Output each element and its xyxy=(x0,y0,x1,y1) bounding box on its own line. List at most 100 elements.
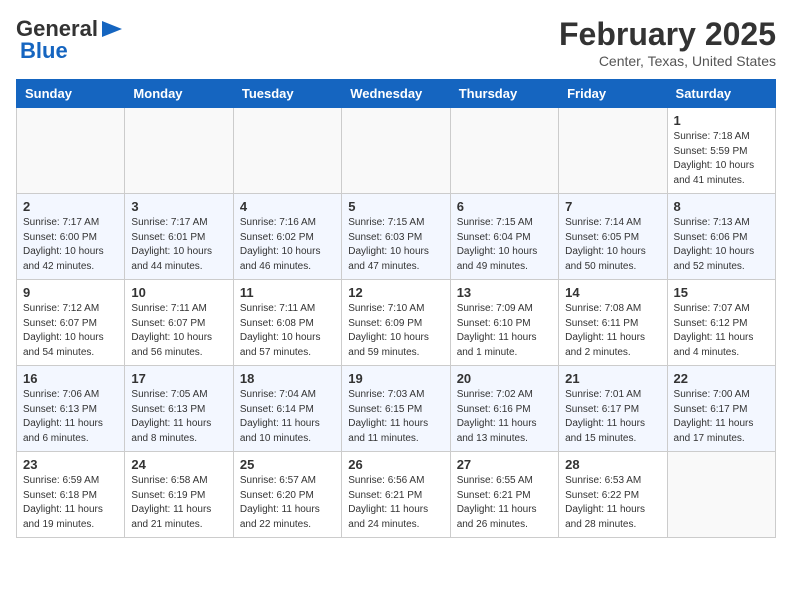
day-info: Sunrise: 7:11 AMSunset: 6:07 PMDaylight:… xyxy=(131,302,226,360)
header-wednesday: Wednesday xyxy=(342,80,450,108)
calendar-cell: 8 Sunrise: 7:13 AMSunset: 6:06 PMDaylight… xyxy=(667,194,775,280)
day-info: Sunrise: 7:06 AMSunset: 6:13 PMDaylight:… xyxy=(23,388,118,446)
day-number: 15 xyxy=(674,285,769,300)
day-info: Sunrise: 7:16 AMSunset: 6:02 PMDaylight:… xyxy=(240,216,335,274)
day-number: 4 xyxy=(240,199,335,214)
day-info: Sunrise: 7:10 AMSunset: 6:09 PMDaylight:… xyxy=(348,302,443,360)
day-number: 27 xyxy=(457,457,552,472)
day-number: 19 xyxy=(348,371,443,386)
calendar-cell xyxy=(450,108,558,194)
day-number: 13 xyxy=(457,285,552,300)
header-sunday: Sunday xyxy=(17,80,125,108)
day-number: 20 xyxy=(457,371,552,386)
day-number: 28 xyxy=(565,457,660,472)
calendar-cell: 25Sunrise: 6:57 AMSunset: 6:20 PMDayligh… xyxy=(233,452,341,538)
calendar-cell xyxy=(559,108,667,194)
header-tuesday: Tuesday xyxy=(233,80,341,108)
calendar-week-5: 23 Sunrise: 6:59 AMSunset: 6:18 PMDayligh… xyxy=(17,452,776,538)
logo-icon xyxy=(102,21,122,37)
header-friday: Friday xyxy=(559,80,667,108)
day-info: Sunrise: 6:58 AMSunset: 6:19 PMDaylight:… xyxy=(131,474,226,532)
day-info: Sunrise: 6:55 AMSunset: 6:21 PMDaylight:… xyxy=(457,474,552,532)
calendar-week-4: 16 Sunrise: 7:06 AMSunset: 6:13 PMDayligh… xyxy=(17,366,776,452)
header-thursday: Thursday xyxy=(450,80,558,108)
day-info: Sunrise: 7:17 AMSunset: 6:00 PMDaylight:… xyxy=(23,216,118,274)
calendar-cell: 21Sunrise: 7:01 AMSunset: 6:17 PMDayligh… xyxy=(559,366,667,452)
day-number: 26 xyxy=(348,457,443,472)
calendar-cell: 26 Sunrise: 6:56 AMSunset: 6:21 PMDayligh… xyxy=(342,452,450,538)
day-number: 14 xyxy=(565,285,660,300)
calendar-cell: 17 Sunrise: 7:05 AMSunset: 6:13 PMDayligh… xyxy=(125,366,233,452)
day-info: Sunrise: 7:04 AMSunset: 6:14 PMDaylight:… xyxy=(240,388,335,446)
day-number: 3 xyxy=(131,199,226,214)
day-info: Sunrise: 7:11 AMSunset: 6:08 PMDaylight:… xyxy=(240,302,335,360)
day-number: 24 xyxy=(131,457,226,472)
day-number: 8 xyxy=(674,199,769,214)
calendar-cell xyxy=(233,108,341,194)
calendar-cell: 20 Sunrise: 7:02 AMSunset: 6:16 PMDayligh… xyxy=(450,366,558,452)
day-number: 6 xyxy=(457,199,552,214)
day-number: 7 xyxy=(565,199,660,214)
day-number: 21 xyxy=(565,371,660,386)
day-info: Sunrise: 7:09 AMSunset: 6:10 PMDaylight:… xyxy=(457,302,552,360)
calendar-cell xyxy=(342,108,450,194)
calendar-cell: 13 Sunrise: 7:09 AMSunset: 6:10 PMDayligh… xyxy=(450,280,558,366)
day-info: Sunrise: 7:18 AMSunset: 5:59 PMDaylight:… xyxy=(674,130,769,188)
day-number: 5 xyxy=(348,199,443,214)
day-number: 11 xyxy=(240,285,335,300)
day-number: 23 xyxy=(23,457,118,472)
calendar-cell: 10 Sunrise: 7:11 AMSunset: 6:07 PMDayligh… xyxy=(125,280,233,366)
day-number: 16 xyxy=(23,371,118,386)
calendar-cell: 2 Sunrise: 7:17 AMSunset: 6:00 PMDaylight… xyxy=(17,194,125,280)
calendar-cell: 5Sunrise: 7:15 AMSunset: 6:03 PMDaylight… xyxy=(342,194,450,280)
calendar-cell: 16 Sunrise: 7:06 AMSunset: 6:13 PMDayligh… xyxy=(17,366,125,452)
day-info: Sunrise: 7:00 AMSunset: 6:17 PMDaylight:… xyxy=(674,388,769,446)
calendar-cell: 11 Sunrise: 7:11 AMSunset: 6:08 PMDayligh… xyxy=(233,280,341,366)
header-saturday: Saturday xyxy=(667,80,775,108)
calendar-header-row: SundayMondayTuesdayWednesdayThursdayFrid… xyxy=(17,80,776,108)
calendar-cell xyxy=(17,108,125,194)
calendar-cell: 12 Sunrise: 7:10 AMSunset: 6:09 PMDayligh… xyxy=(342,280,450,366)
logo: General Blue xyxy=(16,16,122,64)
calendar-cell: 19 Sunrise: 7:03 AMSunset: 6:15 PMDayligh… xyxy=(342,366,450,452)
day-number: 1 xyxy=(674,113,769,128)
calendar-cell xyxy=(667,452,775,538)
calendar-week-3: 9 Sunrise: 7:12 AMSunset: 6:07 PMDaylight… xyxy=(17,280,776,366)
calendar-week-1: 1 Sunrise: 7:18 AMSunset: 5:59 PMDaylight… xyxy=(17,108,776,194)
calendar-week-2: 2 Sunrise: 7:17 AMSunset: 6:00 PMDaylight… xyxy=(17,194,776,280)
day-info: Sunrise: 6:56 AMSunset: 6:21 PMDaylight:… xyxy=(348,474,443,532)
calendar-cell: 14 Sunrise: 7:08 AMSunset: 6:11 PMDayligh… xyxy=(559,280,667,366)
calendar-cell: 6Sunrise: 7:15 AMSunset: 6:04 PMDaylight… xyxy=(450,194,558,280)
calendar-cell: 24 Sunrise: 6:58 AMSunset: 6:19 PMDayligh… xyxy=(125,452,233,538)
calendar-cell: 18 Sunrise: 7:04 AMSunset: 6:14 PMDayligh… xyxy=(233,366,341,452)
calendar-cell: 28Sunrise: 6:53 AMSunset: 6:22 PMDayligh… xyxy=(559,452,667,538)
day-info: Sunrise: 7:02 AMSunset: 6:16 PMDaylight:… xyxy=(457,388,552,446)
day-number: 10 xyxy=(131,285,226,300)
day-info: Sunrise: 7:12 AMSunset: 6:07 PMDaylight:… xyxy=(23,302,118,360)
header-monday: Monday xyxy=(125,80,233,108)
day-info: Sunrise: 6:57 AMSunset: 6:20 PMDaylight:… xyxy=(240,474,335,532)
day-number: 2 xyxy=(23,199,118,214)
month-year-title: February 2025 xyxy=(559,16,776,53)
calendar-cell: 15 Sunrise: 7:07 AMSunset: 6:12 PMDayligh… xyxy=(667,280,775,366)
day-number: 17 xyxy=(131,371,226,386)
title-block: February 2025 Center, Texas, United Stat… xyxy=(559,16,776,69)
calendar-table: SundayMondayTuesdayWednesdayThursdayFrid… xyxy=(16,79,776,538)
location-subtitle: Center, Texas, United States xyxy=(559,53,776,69)
day-info: Sunrise: 7:03 AMSunset: 6:15 PMDaylight:… xyxy=(348,388,443,446)
day-info: Sunrise: 7:05 AMSunset: 6:13 PMDaylight:… xyxy=(131,388,226,446)
calendar-cell: 27 Sunrise: 6:55 AMSunset: 6:21 PMDayligh… xyxy=(450,452,558,538)
day-number: 12 xyxy=(348,285,443,300)
day-info: Sunrise: 7:08 AMSunset: 6:11 PMDaylight:… xyxy=(565,302,660,360)
calendar-cell: 1 Sunrise: 7:18 AMSunset: 5:59 PMDaylight… xyxy=(667,108,775,194)
day-info: Sunrise: 7:17 AMSunset: 6:01 PMDaylight:… xyxy=(131,216,226,274)
day-info: Sunrise: 6:59 AMSunset: 6:18 PMDaylight:… xyxy=(23,474,118,532)
logo-blue-text: Blue xyxy=(20,38,68,64)
day-info: Sunrise: 7:07 AMSunset: 6:12 PMDaylight:… xyxy=(674,302,769,360)
day-info: Sunrise: 7:13 AMSunset: 6:06 PMDaylight:… xyxy=(674,216,769,274)
calendar-cell: 23 Sunrise: 6:59 AMSunset: 6:18 PMDayligh… xyxy=(17,452,125,538)
calendar-cell: 3 Sunrise: 7:17 AMSunset: 6:01 PMDaylight… xyxy=(125,194,233,280)
day-number: 22 xyxy=(674,371,769,386)
day-number: 9 xyxy=(23,285,118,300)
day-number: 18 xyxy=(240,371,335,386)
